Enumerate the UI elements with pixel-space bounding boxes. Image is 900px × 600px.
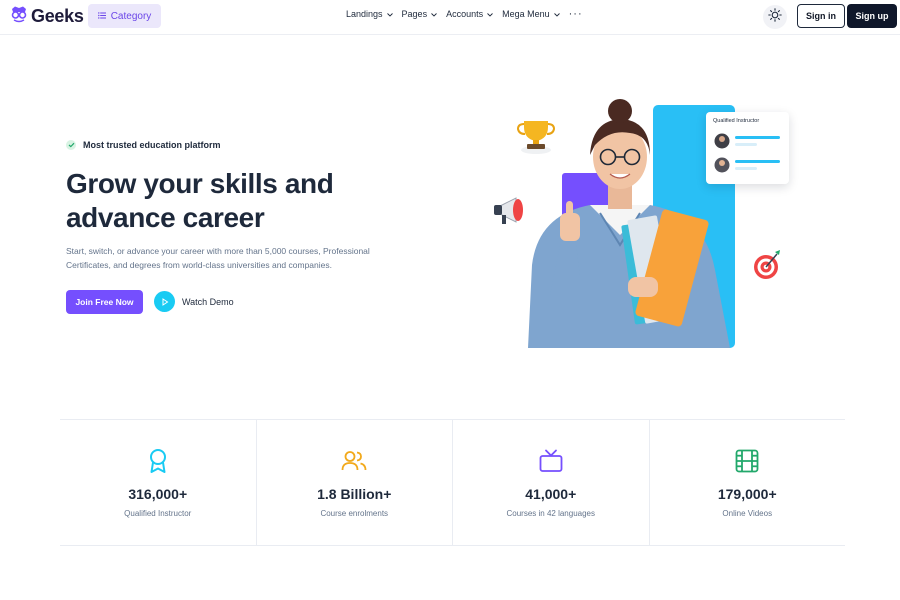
geeks-logo-icon (10, 5, 28, 28)
qualified-instructor-card: Qualified Instructor (706, 112, 789, 184)
film-icon (734, 448, 760, 474)
play-icon (154, 291, 175, 312)
users-icon (341, 448, 367, 474)
join-free-button[interactable]: Join Free Now (66, 290, 143, 314)
nav-item-label: Landings (346, 9, 383, 19)
main-nav: Landings Pages Accounts Mega Menu ··· (346, 9, 583, 20)
chevron-down-icon (386, 9, 393, 19)
sun-icon (768, 7, 782, 27)
brand-name: Geeks (31, 6, 84, 26)
stat-value: 316,000+ (128, 486, 188, 502)
stat-value: 179,000+ (717, 486, 777, 502)
sign-up-button[interactable]: Sign up (847, 4, 897, 28)
instructor-list (714, 133, 780, 173)
stat-value: 41,000+ (525, 486, 577, 502)
watch-demo-label: Watch Demo (182, 296, 234, 307)
tv-icon (538, 448, 564, 474)
category-button[interactable]: Category (88, 4, 161, 28)
trust-badge-text: Most trusted education platform (83, 140, 221, 150)
megaphone-icon (494, 197, 523, 224)
check-circle-icon (66, 140, 76, 150)
chevron-down-icon (487, 9, 493, 19)
hero-subtitle: Start, switch, or advance your career wi… (66, 246, 370, 270)
hero-illustration: Qualified Instructor (480, 95, 800, 355)
nav-item-landings[interactable]: Landings (346, 9, 393, 19)
list-icon (97, 11, 106, 22)
target-icon (754, 250, 780, 279)
stat-card: 41,000+ Courses in 42 languages (453, 420, 650, 545)
nav-item-pages[interactable]: Pages (402, 9, 438, 19)
more-menu-icon[interactable]: ··· (569, 9, 583, 20)
category-label: Category (110, 10, 152, 22)
trophy-icon (516, 121, 556, 154)
trust-badge: Most trusted education platform (66, 140, 221, 150)
nav-item-mega-menu[interactable]: Mega Menu (502, 9, 560, 19)
chevron-down-icon (553, 9, 560, 19)
stat-value: 1.8 Billion+ (317, 486, 392, 502)
stat-label: Courses in 42 languages (506, 509, 595, 518)
stat-label: Online Videos (722, 509, 773, 518)
qualified-instructor-card-title: Qualified Instructor (713, 118, 760, 124)
nav-item-accounts[interactable]: Accounts (446, 9, 493, 19)
nav-item-label: Accounts (446, 9, 484, 19)
stat-card: 179,000+ Online Videos (650, 420, 846, 545)
stat-card: 1.8 Billion+ Course enrolments (257, 420, 453, 545)
nav-item-label: Mega Menu (502, 9, 550, 19)
hero-title-line-1: Grow your skills and (66, 168, 334, 199)
stat-label: Course enrolments (320, 509, 389, 518)
theme-toggle-button[interactable] (763, 5, 787, 29)
hero-title-line-2: advance career (66, 202, 265, 233)
chevron-down-icon (431, 9, 437, 19)
stats-section: 316,000+ Qualified Instructor 1.8 Billio… (60, 419, 845, 546)
sign-in-button[interactable]: Sign in (797, 4, 845, 28)
brand-logo[interactable]: Geeks (10, 5, 84, 28)
top-navbar: Geeks Category Landings Pages Accounts M… (0, 0, 900, 35)
stat-label: Qualified Instructor (124, 509, 192, 518)
stat-card: 316,000+ Qualified Instructor (60, 420, 257, 545)
award-icon (145, 448, 171, 474)
watch-demo-button[interactable]: Watch Demo (154, 291, 234, 312)
nav-item-label: Pages (401, 9, 428, 19)
hero-title: Grow your skills and advance career (66, 167, 396, 235)
